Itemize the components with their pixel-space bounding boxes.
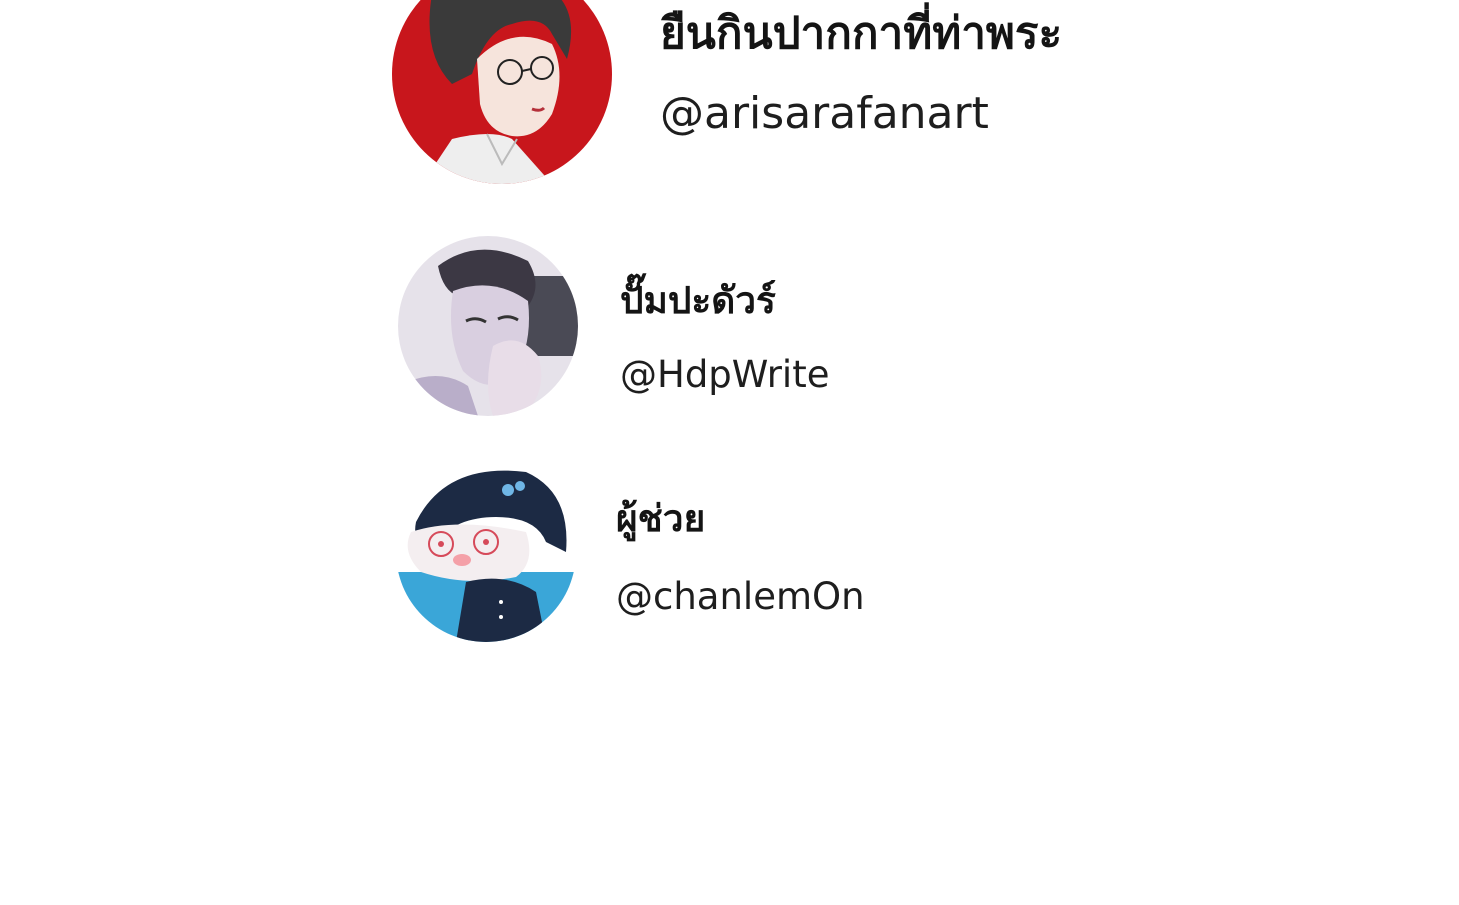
contributors-page: ยืนกินปากกาที่ท่าพระ @arisarafanart ปั๊ม… bbox=[0, 0, 1459, 905]
profile-name: ผู้ช่วย bbox=[616, 497, 706, 540]
profile-handle[interactable]: @arisarafanart bbox=[660, 86, 989, 142]
profile-name: ปั๊มปะดัวร์ bbox=[620, 279, 776, 322]
avatar-illustration-cartoon-girl-icon[interactable] bbox=[396, 462, 576, 642]
profile-handle[interactable]: @HdpWrite bbox=[620, 352, 829, 398]
profile-handle[interactable]: @chanlemOn bbox=[616, 574, 865, 620]
avatar-illustration-man-glasses-icon[interactable] bbox=[392, 0, 612, 184]
avatar-illustration-man-hand-on-face-icon[interactable] bbox=[398, 236, 578, 416]
profile-name: ยืนกินปากกาที่ท่าพระ bbox=[660, 8, 1063, 59]
